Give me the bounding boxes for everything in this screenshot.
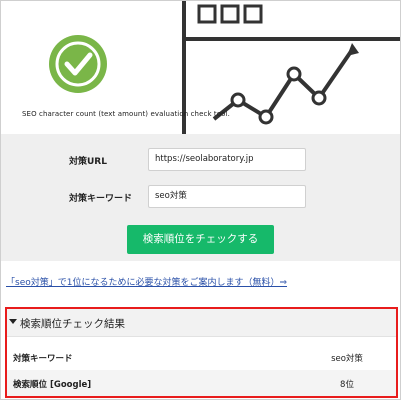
result-row-google-rank: 検索順位 [Google] 8位 — [7, 370, 396, 396]
triangle-down-icon[interactable] — [9, 319, 17, 324]
result-row-value: seo対策 — [331, 354, 363, 364]
url-label: 対策URL — [69, 157, 107, 167]
tool-frame: SEO character count (text amount) evalua… — [0, 0, 401, 400]
result-row-label: 対策キーワード — [13, 354, 73, 364]
hero-caption: SEO character count (text amount) evalua… — [22, 110, 230, 118]
result-row-label: 検索順位 [Google] — [13, 380, 92, 390]
results-section: 検索順位チェック結果 対策キーワード seo対策 検索順位 [Google] 8… — [5, 307, 398, 398]
keyword-field[interactable]: seo対策 — [148, 185, 306, 208]
results-title: 検索順位チェック結果 — [20, 318, 125, 330]
check-form: 対策URL https://seolaboratory.jp 対策キーワード s… — [1, 134, 400, 261]
result-row-keyword: 対策キーワード seo対策 — [7, 344, 396, 370]
hero-banner: SEO character count (text amount) evalua… — [1, 1, 400, 134]
trend-graph-icon — [212, 43, 359, 125]
results-header[interactable]: 検索順位チェック結果 — [7, 309, 396, 337]
guide-link[interactable]: 「seo対策」で1位になるために必要な対策をご案内します（無料）⇒ — [6, 275, 287, 288]
result-row-value: 8位 — [340, 380, 354, 390]
check-badge-icon — [49, 35, 107, 93]
keyword-label: 対策キーワード — [69, 194, 133, 204]
check-ranking-button[interactable]: 検索順位をチェックする — [127, 225, 274, 254]
url-field[interactable]: https://seolaboratory.jp — [148, 148, 306, 171]
